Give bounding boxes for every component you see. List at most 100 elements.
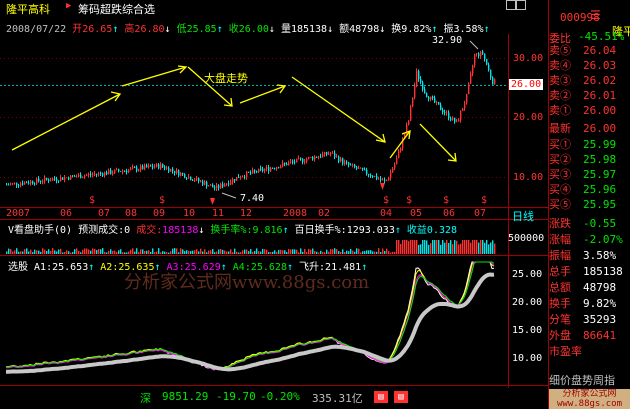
volume-bar <box>200 248 202 254</box>
candle-body <box>62 177 64 180</box>
quote-code: 000998 <box>560 11 600 24</box>
candle-body <box>86 174 88 176</box>
candle-body <box>112 173 114 174</box>
candle-body <box>272 168 274 169</box>
candle-body <box>350 164 352 166</box>
ask-row-5[interactable]: 卖⑤ 26.04 <box>549 43 630 58</box>
volume-bar <box>364 251 366 254</box>
candle-body <box>312 157 314 160</box>
candle-body <box>376 176 378 179</box>
volume-bar <box>268 252 270 254</box>
ask-row-2[interactable]: 卖② 26.01 <box>549 88 630 103</box>
volume-bar <box>454 240 456 254</box>
volume-bar <box>494 243 496 254</box>
stat-row: 换手 9.82% <box>549 297 617 310</box>
kline-chart[interactable] <box>0 0 548 409</box>
up-arrow-icon: ↑ <box>394 225 401 236</box>
candle-body <box>18 185 20 186</box>
predict-label: 预测成交:0 <box>78 225 131 236</box>
volume-bar <box>80 252 82 254</box>
volume-bar <box>152 248 154 254</box>
candle-body <box>206 182 208 187</box>
candle-body <box>166 167 168 169</box>
candlestick-series <box>6 49 496 192</box>
volume-bar <box>416 240 418 254</box>
volume-bar <box>188 250 190 254</box>
candle-body <box>364 169 366 171</box>
ask-row-3[interactable]: 卖③ 26.02 <box>549 73 630 88</box>
candle-body <box>78 174 80 177</box>
candle-body <box>354 164 356 168</box>
candle-body <box>320 156 322 158</box>
alert-icon[interactable]: ▤ <box>374 391 388 403</box>
candle-body <box>244 176 246 178</box>
candle-body <box>92 174 94 176</box>
candle-body <box>50 180 52 182</box>
volume-bar <box>304 248 306 254</box>
candle-body <box>264 169 266 171</box>
volume-bar <box>28 251 30 254</box>
index-pct: -0.20% <box>260 390 300 403</box>
candle-body <box>48 179 50 182</box>
volume-bar <box>318 252 320 254</box>
tab-strip[interactable]: 细价盘势周指 <box>549 372 615 388</box>
bid-row-4[interactable]: 买④ 25.96 <box>549 182 630 197</box>
candle-body <box>118 169 120 172</box>
indicator-title[interactable]: 选股 <box>8 262 28 273</box>
candle-body <box>76 176 78 178</box>
buy-signal-icon <box>210 198 215 205</box>
volume-bar <box>284 250 286 254</box>
volume-panel-title[interactable]: V看盘助手(0) <box>8 225 72 236</box>
volume-bar <box>322 251 324 254</box>
volume-bar <box>108 250 110 254</box>
ask-row-4[interactable]: 卖④ 26.03 <box>549 58 630 73</box>
volume-bar <box>278 249 280 254</box>
volume-bar <box>236 251 238 254</box>
candle-body <box>212 184 214 188</box>
candle-body <box>250 172 252 174</box>
candle-body <box>216 185 218 189</box>
candle-body <box>184 174 186 178</box>
volume-bar <box>224 250 226 254</box>
volume-bar <box>8 248 10 254</box>
volume-bar <box>226 251 228 254</box>
candle-body <box>296 158 298 163</box>
volume-bar <box>214 252 216 254</box>
candle-body <box>394 164 396 169</box>
volume-bar <box>290 249 292 254</box>
bid-row-5[interactable]: 买⑤ 25.95 <box>549 197 630 212</box>
candle-body <box>398 150 400 159</box>
volume-bar <box>370 250 372 254</box>
volume-bar <box>282 250 284 254</box>
volume-bar <box>232 252 234 254</box>
volume-bar <box>266 249 268 254</box>
bid-row-3[interactable]: 买③ 25.97 <box>549 167 630 182</box>
candle-body <box>456 121 458 123</box>
volume-bar <box>130 249 132 254</box>
candle-body <box>440 104 442 110</box>
volume-bar <box>186 250 188 254</box>
candle-body <box>284 162 286 164</box>
ask-row-1[interactable]: 卖① 26.00 <box>549 103 630 118</box>
candle-body <box>462 108 464 112</box>
candle-body <box>258 168 260 173</box>
bid-row-2[interactable]: 买② 25.98 <box>549 152 630 167</box>
volume-bar <box>14 250 16 254</box>
signal-mark: $ <box>89 195 96 206</box>
message-icon[interactable]: ▤ <box>394 391 408 403</box>
bid-row-1[interactable]: 买① 25.99 <box>549 137 630 152</box>
candle-body <box>102 173 104 176</box>
volume-bar <box>74 249 76 254</box>
candle-body <box>390 172 392 178</box>
candle-body <box>392 168 394 173</box>
candle-body <box>266 167 268 170</box>
period-label[interactable]: 日线 <box>512 208 534 224</box>
candle-body <box>188 176 190 179</box>
volume-bar <box>388 251 390 254</box>
volume-bar <box>124 252 126 254</box>
volume-bar <box>112 250 114 254</box>
volume-bar <box>132 248 134 254</box>
volume-bar <box>402 240 404 254</box>
volume-bar <box>320 250 322 254</box>
volume-bar <box>460 243 462 254</box>
